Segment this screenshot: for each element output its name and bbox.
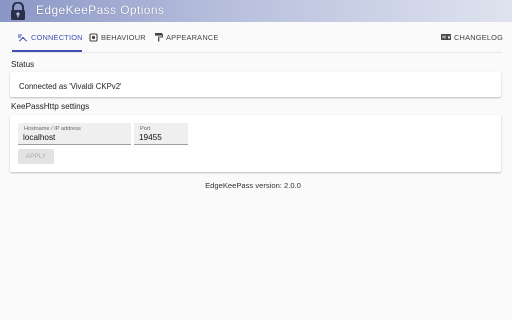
apply-button[interactable]: APPLY xyxy=(18,149,54,164)
paint-roller-icon xyxy=(155,33,163,42)
port-label: Port xyxy=(140,126,151,132)
tab-changelog[interactable]: CHANGELOG xyxy=(441,22,503,52)
behaviour-icon xyxy=(89,32,98,42)
tab-behaviour[interactable]: BEHAVIOUR xyxy=(89,22,146,52)
port-input[interactable] xyxy=(139,133,183,142)
hostname-input[interactable] xyxy=(23,133,126,142)
window-titlebar: EdgeKeePass Options xyxy=(0,0,512,22)
hostname-label: Hostname / IP address xyxy=(24,126,81,132)
tab-connection-label: CONNECTION xyxy=(31,32,83,42)
tab-appearance-label: APPEARANCE xyxy=(166,32,219,42)
settings-heading: KeePassHttp settings xyxy=(11,102,90,111)
port-field: Port xyxy=(134,123,188,145)
connection-icon xyxy=(18,33,28,42)
new-badge-icon xyxy=(441,34,451,40)
version-text: EdgeKeePass version: 2.0.0 xyxy=(205,181,301,190)
tab-changelog-label: CHANGELOG xyxy=(454,32,504,42)
status-heading: Status xyxy=(11,60,35,69)
tab-bar: CONNECTION BEHAVIOUR APPEARANCE CHANGELO… xyxy=(0,22,512,52)
tab-behaviour-label: BEHAVIOUR xyxy=(101,32,146,42)
window-title: EdgeKeePass Options xyxy=(36,3,165,17)
tab-appearance[interactable]: APPEARANCE xyxy=(154,22,219,52)
tab-divider xyxy=(10,52,502,53)
status-text: Connected as 'Vivaldi CKPv2' xyxy=(19,82,122,91)
keepass-lock-icon xyxy=(11,2,25,20)
hostname-field: Hostname / IP address xyxy=(18,123,131,145)
tab-connection[interactable]: CONNECTION xyxy=(17,22,83,52)
